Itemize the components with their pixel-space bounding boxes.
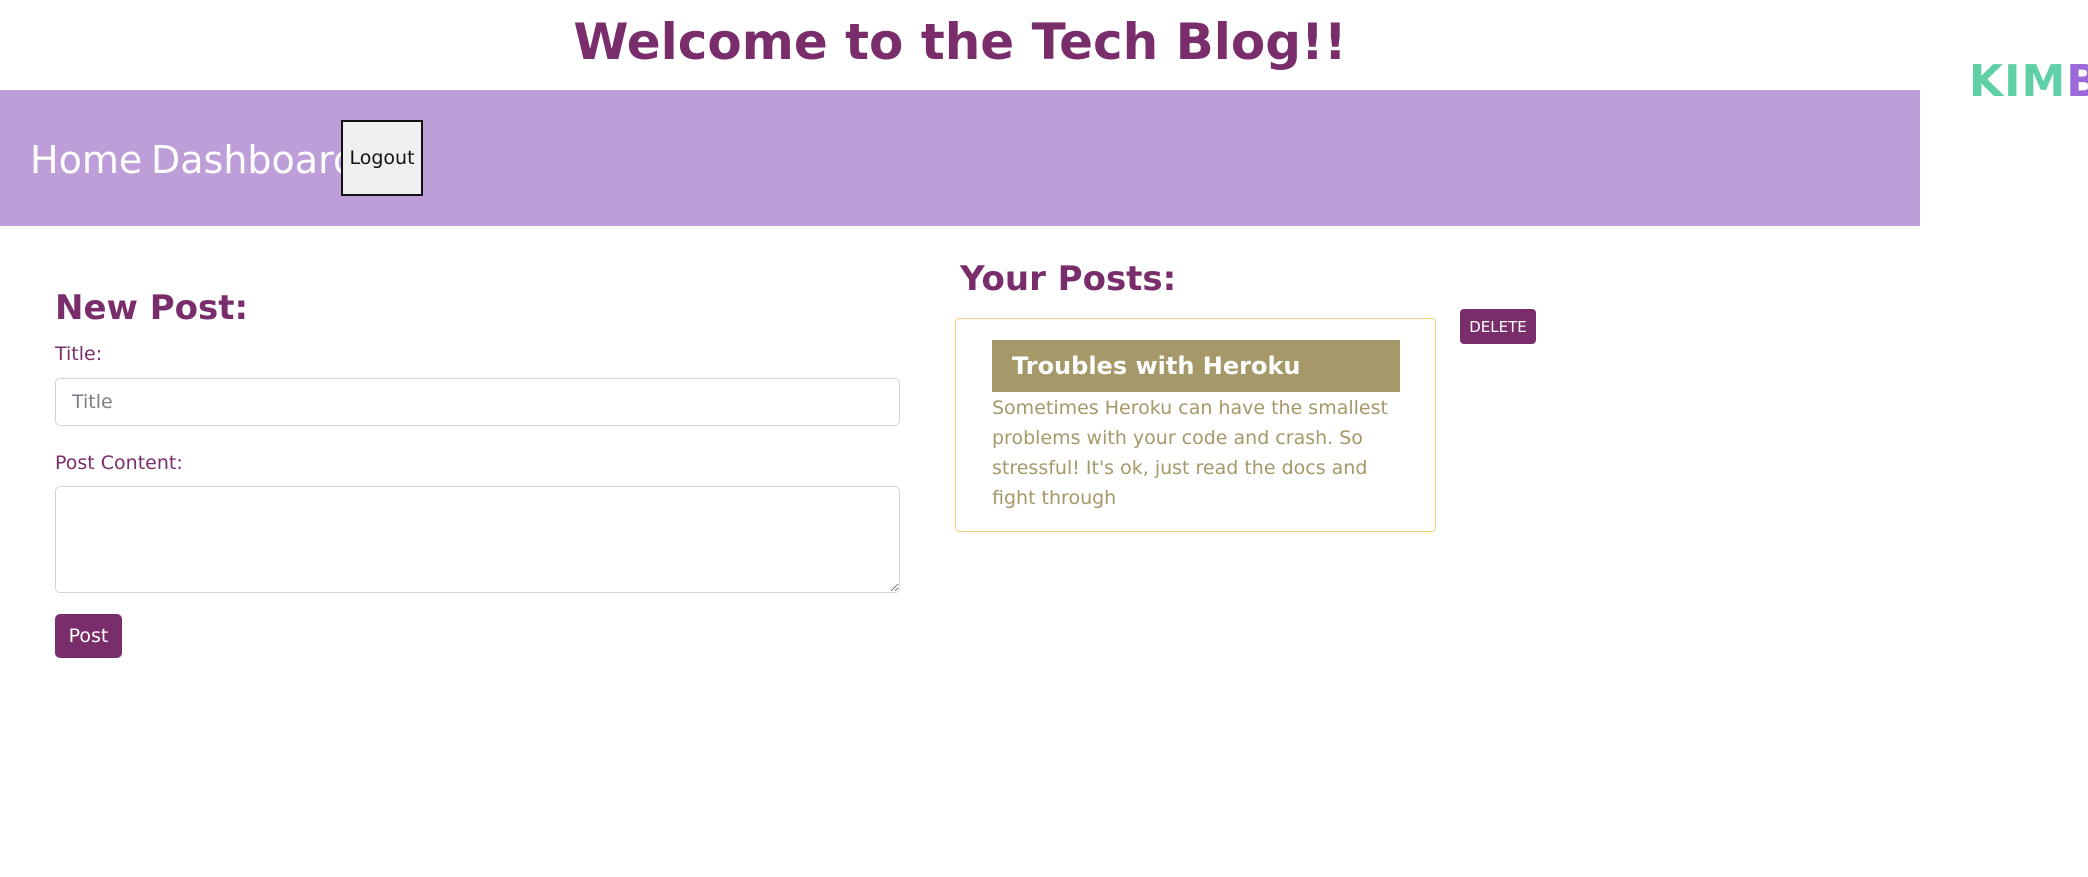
nav-link-dashboard[interactable]: Dashboard (151, 130, 357, 190)
nav-link-home[interactable]: Home (30, 130, 142, 190)
post-content-textarea[interactable] (55, 486, 900, 593)
post-card-title[interactable]: Troubles with Heroku (992, 340, 1400, 392)
site-title: Welcome to the Tech Blog!! (573, 13, 1347, 71)
page: Welcome to the Tech Blog!! KIMB Home Das… (0, 0, 2088, 877)
new-post-heading: New Post: (55, 288, 249, 328)
brand-logo: KIMB (1969, 56, 2088, 108)
your-posts-heading: Your Posts: (960, 259, 1177, 299)
post-card-body: Sometimes Heroku can have the smallest p… (992, 397, 1388, 509)
title-input[interactable] (55, 378, 900, 426)
post-content-label: Post Content: (55, 452, 183, 474)
title-label: Title: (55, 343, 103, 365)
post-card[interactable]: Troubles with Heroku Sometimes Heroku ca… (955, 318, 1436, 532)
brand-logo-text-green: KIM (1969, 56, 2067, 107)
brand-logo-text-purple: B (2066, 56, 2088, 107)
delete-post-button[interactable]: DELETE (1460, 309, 1536, 344)
post-submit-button[interactable]: Post (55, 614, 122, 658)
logout-button[interactable]: Logout (341, 120, 423, 196)
